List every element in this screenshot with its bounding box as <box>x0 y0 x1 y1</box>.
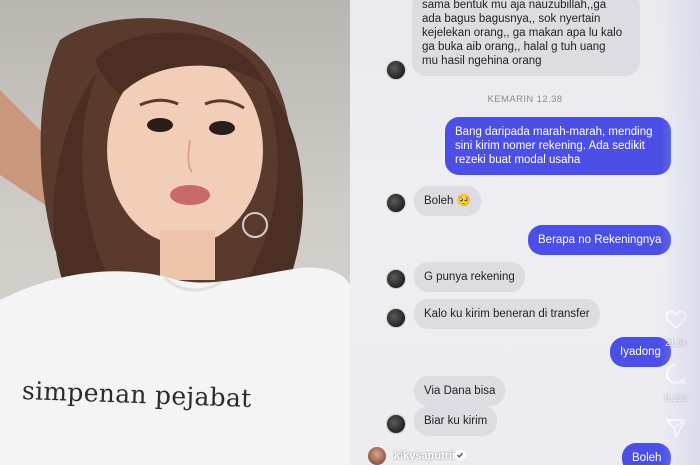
message-bubble-incoming: Via Dana bisa <box>414 376 506 406</box>
profile-avatar[interactable] <box>368 447 386 465</box>
message-bubble-incoming: G punya rekening <box>414 262 525 292</box>
sender-avatar <box>386 193 406 213</box>
heart-icon[interactable] <box>664 307 688 331</box>
profile-username[interactable]: kikysaputrii <box>394 450 455 462</box>
send-icon[interactable] <box>664 416 688 440</box>
comment-count: 6,133 <box>664 393 688 403</box>
sender-avatar <box>386 60 406 80</box>
message-bubble-outgoing: Berapa no Rekeningnya <box>528 225 672 255</box>
message-bubble-incoming: Kalo ku kirim beneran di transfer <box>414 299 600 329</box>
comment-icon[interactable] <box>664 362 688 386</box>
message-bubble-incoming: sama bentuk mu aja nauzubillah,,ga ada b… <box>412 0 640 76</box>
reel-footer: kikysaputrii <box>350 445 700 465</box>
chat-panel: sama bentuk mu aja nauzubillah,,ga ada b… <box>350 0 700 465</box>
like-count: 21.5k <box>664 338 688 348</box>
message-bubble-outgoing: Bang daripada marah-marah, mending sini … <box>445 117 671 175</box>
photo-panel: simpenan pejabat <box>0 0 350 465</box>
chat-timestamp: KEMARIN 12.38 <box>487 94 563 105</box>
message-bubble-incoming: Biar ku kirim <box>414 406 498 436</box>
sender-avatar <box>386 414 406 434</box>
message-bubble-incoming: Boleh 🥺 <box>414 186 481 216</box>
sender-avatar <box>386 308 406 328</box>
verified-badge-icon <box>454 449 466 461</box>
sender-avatar <box>386 269 406 289</box>
